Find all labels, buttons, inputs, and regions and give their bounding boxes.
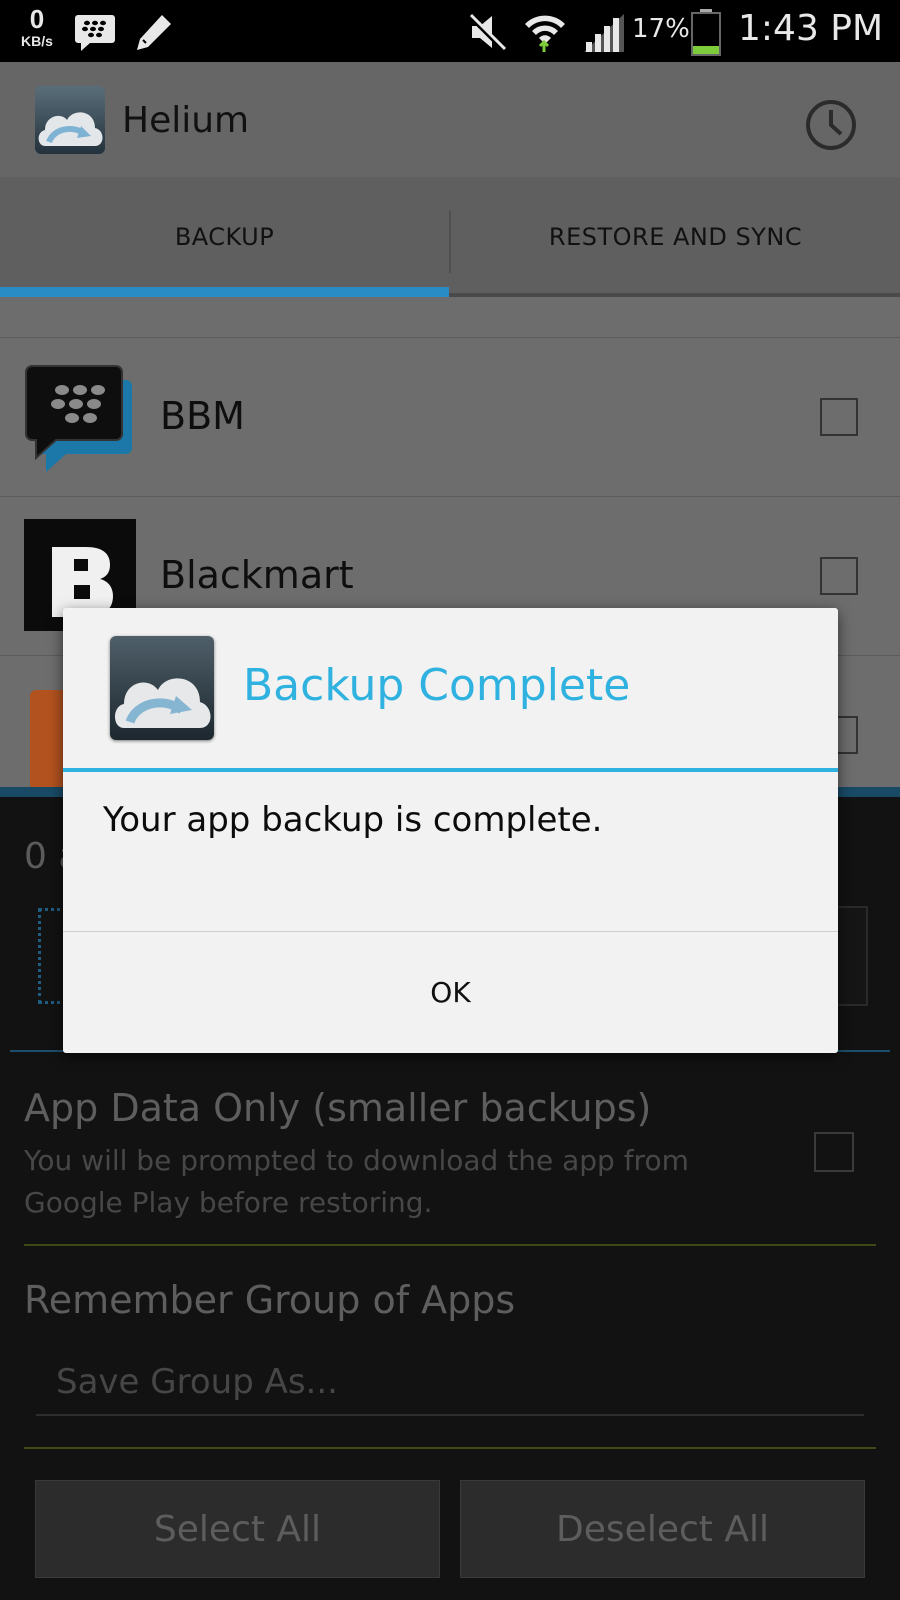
network-speed: 0 KB/s (14, 6, 60, 48)
app-data-only-description: You will be prompted to download the app… (24, 1144, 689, 1219)
deselect-all-button[interactable]: Deselect All (460, 1480, 865, 1578)
battery-icon (691, 9, 721, 56)
network-speed-unit: KB/s (21, 33, 53, 49)
battery-percent: 17% (632, 14, 690, 44)
action-bar: Helium (0, 62, 900, 177)
status-bar: 0 KB/s 17% 1:43 PM (0, 0, 900, 62)
tab-bar: BACKUP RESTORE AND SYNC (0, 177, 900, 297)
helium-cloud-icon (110, 636, 214, 740)
remember-group-title: Remember Group of Apps (24, 1278, 516, 1322)
mute-icon (468, 13, 507, 52)
app-data-only-checkbox[interactable] (814, 1132, 854, 1172)
bbm-app-icon (25, 365, 132, 472)
wifi-icon (525, 15, 565, 52)
list-item[interactable]: BBM (0, 338, 900, 497)
tab-selected-indicator (0, 287, 449, 297)
helium-cloud-icon (35, 86, 105, 154)
dialog-message: Your app backup is complete. (103, 800, 603, 840)
bbm-notification-icon (75, 15, 115, 51)
backup-complete-dialog: Backup Complete Your app backup is compl… (63, 608, 838, 1053)
list-item[interactable] (0, 297, 900, 338)
network-speed-value: 0 (29, 4, 45, 34)
ok-button[interactable]: OK (63, 932, 838, 1053)
clock: 1:43 PM (738, 8, 884, 49)
divider (24, 1244, 876, 1246)
select-all-button[interactable]: Select All (35, 1480, 440, 1578)
app-data-only-title: App Data Only (smaller backups) (24, 1086, 652, 1130)
app-title: Helium (122, 100, 250, 141)
signal-icon (584, 14, 624, 52)
app-checkbox[interactable] (820, 557, 858, 595)
app-name: BBM (160, 394, 245, 438)
history-clock-icon[interactable] (804, 98, 858, 152)
app-name: Blackmart (160, 553, 354, 597)
save-group-input[interactable] (36, 1350, 864, 1416)
dialog-title: Backup Complete (243, 660, 631, 711)
tab-restore-and-sync[interactable]: RESTORE AND SYNC (451, 177, 900, 297)
divider (24, 1447, 876, 1449)
tab-backup[interactable]: BACKUP (0, 177, 449, 297)
dialog-title-rule (63, 768, 838, 772)
app-checkbox[interactable] (820, 398, 858, 436)
pencil-icon (137, 15, 171, 50)
